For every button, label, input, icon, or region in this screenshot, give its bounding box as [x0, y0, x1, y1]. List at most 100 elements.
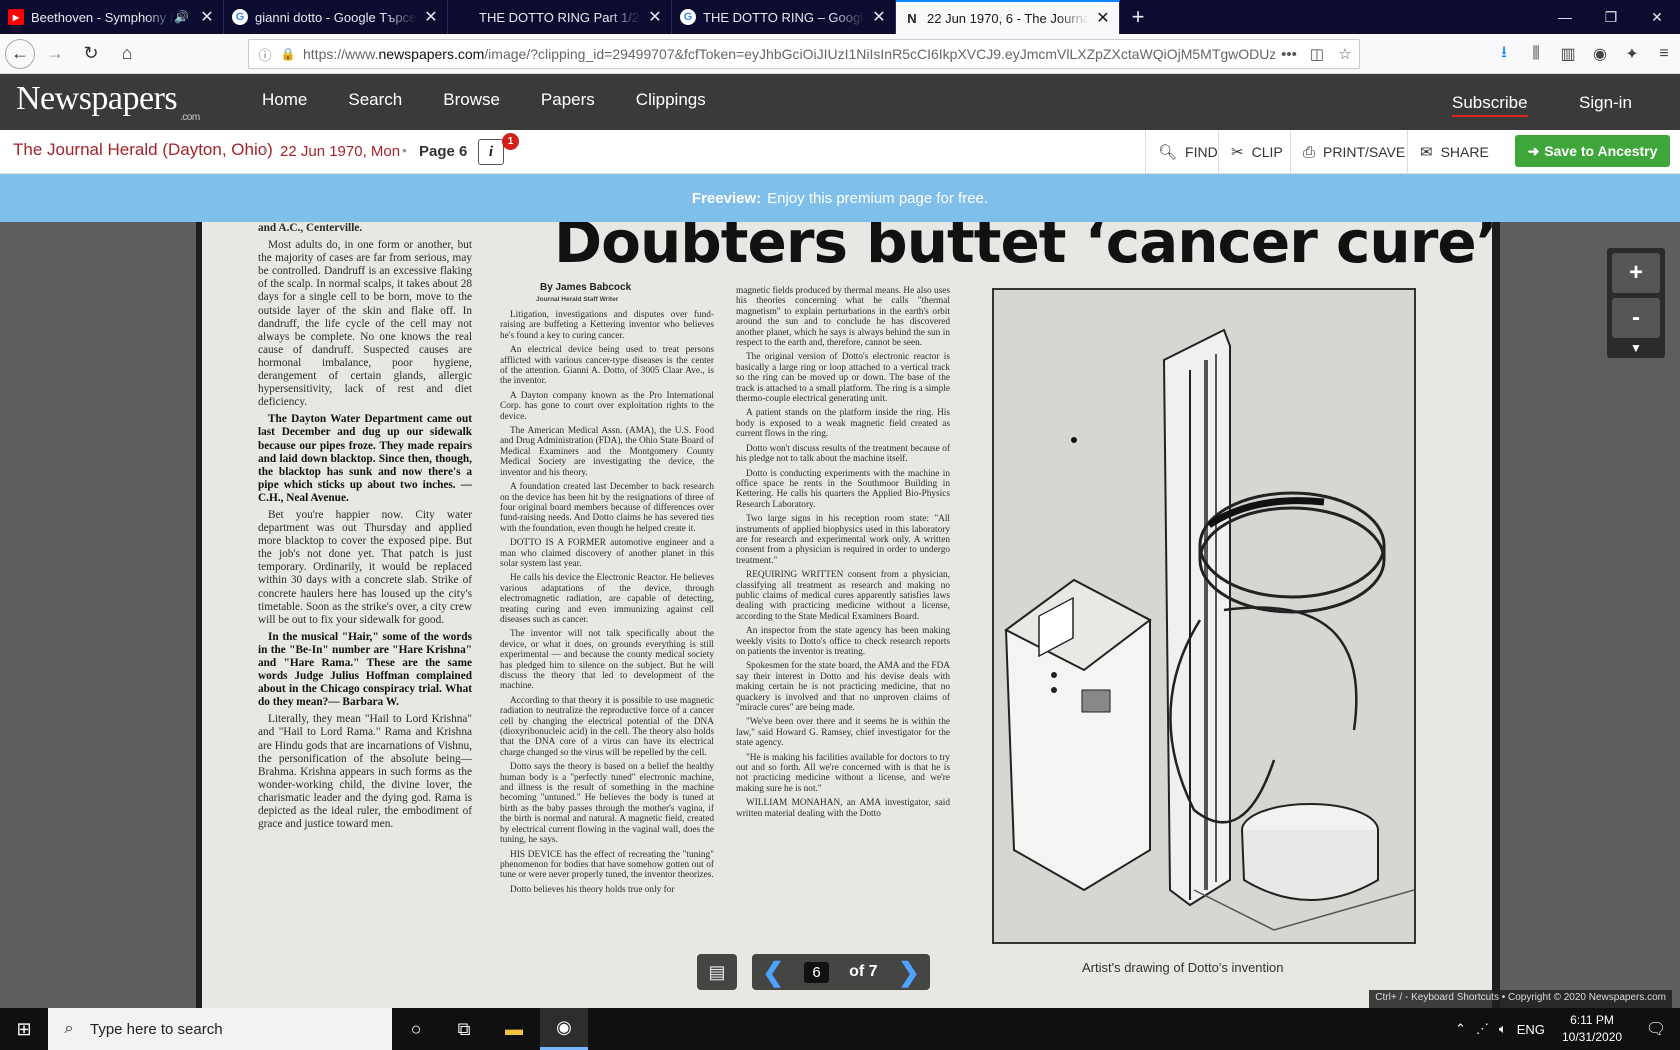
tab-google-search-2[interactable]: G THE DOTTO RING – Google Търс ✕: [672, 0, 896, 34]
tab-youtube[interactable]: ▶ Beethoven - Symphony No. 🔊 ✕: [0, 0, 224, 34]
copyright-notice: Ctrl+ / - Keyboard Shortcuts • Copyright…: [1369, 990, 1672, 1008]
page-info-button[interactable]: i: [478, 139, 504, 165]
nav-browse[interactable]: Browse: [443, 90, 500, 110]
url-text[interactable]: https://www.newspapers.com/image/?clippi…: [299, 46, 1275, 62]
window-controls: — ❐ ✕: [1542, 0, 1680, 34]
newspaper-page-scan[interactable]: and A.C., Centerville. Most adults do, i…: [196, 222, 1500, 1008]
notifications-icon[interactable]: 🗨︎: [1632, 1008, 1680, 1050]
zoom-out-button[interactable]: -: [1612, 298, 1660, 338]
notification-badge: 1: [502, 133, 519, 150]
extensions-icon[interactable]: ✦: [1616, 44, 1648, 64]
reload-button[interactable]: ↻: [75, 38, 107, 70]
article-column-1: Litigation, investigations and disputes …: [500, 310, 714, 899]
tab-newspapers-active[interactable]: N 22 Jun 1970, 6 - The Journal Her ✕: [896, 0, 1120, 34]
page-actions-icon[interactable]: •••: [1275, 46, 1303, 63]
file-explorer-icon[interactable]: ▬: [490, 1008, 538, 1050]
taskbar-search-box[interactable]: ⌕ Type here to search: [48, 1008, 392, 1050]
cortana-icon[interactable]: ○: [392, 1008, 440, 1050]
account-icon[interactable]: ◉: [1584, 44, 1616, 64]
article-paragraph: "We've been over there and it seems he i…: [736, 717, 950, 749]
back-button[interactable]: ←: [5, 38, 35, 69]
address-bar[interactable]: ⓘ 🔒 https://www.newspapers.com/image/?cl…: [248, 39, 1360, 69]
browser-navbar: ← → ↻ ⌂ ⓘ 🔒 https://www.newspapers.com/i…: [0, 34, 1680, 74]
info-icon[interactable]: ⓘ: [253, 45, 277, 64]
windows-start-icon[interactable]: ⊞: [0, 1008, 48, 1050]
tab-title: Beethoven - Symphony No.: [31, 9, 174, 25]
menu-icon[interactable]: ≡: [1648, 45, 1680, 63]
nav-search[interactable]: Search: [348, 90, 402, 110]
restore-icon[interactable]: ❐: [1588, 0, 1634, 34]
network-icon[interactable]: ⋰: [1476, 1021, 1489, 1037]
sidebar-icon[interactable]: ▥: [1552, 44, 1584, 64]
article-paragraph: The inventor will not talk specifically …: [500, 629, 714, 692]
newspapers-logo[interactable]: Newspapers .com: [16, 80, 200, 123]
article-paragraph: Dotto is conducting experiments with the…: [736, 468, 950, 510]
tab-dotto-ring-part[interactable]: THE DOTTO RING Part 1/2 - New ✕: [448, 0, 672, 34]
newspaper-viewer[interactable]: and A.C., Centerville. Most adults do, i…: [0, 222, 1680, 1008]
column-dandruff-qa: and A.C., Centerville. Most adults do, i…: [258, 222, 472, 835]
home-button[interactable]: ⌂: [111, 38, 143, 70]
previous-page-icon[interactable]: ❮: [762, 959, 784, 985]
youtube-icon: ▶: [8, 9, 24, 25]
firefox-icon[interactable]: ◉: [540, 1008, 588, 1050]
find-button[interactable]: 🔍︎ FIND: [1145, 130, 1230, 174]
signin-link[interactable]: Sign-in: [1579, 93, 1632, 113]
close-window-icon[interactable]: ✕: [1634, 0, 1680, 34]
bookmark-star-icon[interactable]: ☆: [1331, 45, 1359, 63]
nav-home[interactable]: Home: [262, 90, 307, 110]
print-save-button[interactable]: ⎙ PRINT/SAVE: [1290, 130, 1417, 174]
download-icon[interactable]: ⭳: [1488, 41, 1520, 68]
clip-button[interactable]: ✂ CLIP: [1218, 130, 1295, 174]
language-indicator[interactable]: ENG: [1517, 1022, 1545, 1037]
newspapers-icon: N: [907, 10, 917, 26]
article-paragraph: Dotto says the theory is based on a beli…: [500, 762, 714, 846]
leaf-icon: ➜: [1527, 142, 1540, 159]
print-icon: ⎙: [1303, 143, 1316, 161]
new-tab-button[interactable]: +: [1120, 0, 1156, 34]
chevron-up-icon[interactable]: ⌃: [1455, 1021, 1466, 1037]
article-headline: Doubters buttet ‘cancer cure’: [554, 222, 1497, 276]
taskbar-clock[interactable]: 6:11 PM 10/31/2020: [1562, 1012, 1622, 1046]
article-column-2: magnetic fields produced by thermal mean…: [736, 286, 950, 823]
volume-icon[interactable]: 🔈︎: [1499, 1021, 1507, 1037]
share-button[interactable]: ✉ SHARE: [1407, 130, 1501, 174]
article-paragraph: According to that theory it is possible …: [500, 695, 714, 758]
article-paragraph: The original version of Dotto's electron…: [736, 352, 950, 405]
google-icon: G: [232, 9, 248, 25]
zoom-in-button[interactable]: +: [1612, 253, 1660, 293]
close-tab-icon[interactable]: ✕: [871, 7, 887, 27]
forward-button[interactable]: →: [39, 38, 71, 70]
minimize-icon[interactable]: —: [1542, 0, 1588, 34]
clock-time: 6:11 PM: [1570, 1013, 1614, 1027]
subscribe-link[interactable]: Subscribe: [1452, 93, 1528, 117]
nav-clippings[interactable]: Clippings: [636, 90, 706, 110]
url-domain: newspapers.com: [378, 46, 485, 62]
close-tab-icon[interactable]: ✕: [199, 7, 215, 27]
tab-title: THE DOTTO RING – Google Търс: [703, 9, 865, 25]
next-page-icon[interactable]: ❯: [898, 959, 920, 985]
nav-papers[interactable]: Papers: [541, 90, 595, 110]
paper-name-link[interactable]: The Journal Herald (Dayton, Ohio): [13, 140, 273, 160]
chevron-down-icon[interactable]: ▼: [1612, 341, 1660, 355]
pocket-icon[interactable]: ◫: [1303, 45, 1331, 63]
filmstrip-button[interactable]: ▤: [697, 954, 737, 990]
close-tab-icon[interactable]: ✕: [423, 7, 439, 27]
lock-icon[interactable]: 🔒: [277, 47, 299, 61]
tab-title: gianni dotto - Google Търсене: [255, 9, 417, 25]
paper-toolbar: The Journal Herald (Dayton, Ohio) • 22 J…: [0, 130, 1680, 174]
task-view-icon[interactable]: ⧉: [440, 1008, 488, 1050]
close-tab-icon[interactable]: ✕: [1095, 8, 1111, 28]
col1-paragraph: Literally, they mean "Hail to Lord Krish…: [258, 713, 472, 831]
col1-top-line: and A.C., Centerville.: [258, 222, 363, 234]
library-icon[interactable]: ⫼: [1520, 45, 1552, 63]
tab-google-search-1[interactable]: G gianni dotto - Google Търсене ✕: [224, 0, 448, 34]
speaker-icon[interactable]: 🔊: [174, 10, 189, 24]
scissors-icon: ✂: [1231, 144, 1244, 161]
page-number-input[interactable]: 6: [804, 961, 829, 983]
article-paragraph: A patient stands on the platform inside …: [736, 408, 950, 440]
article-paragraph: An electrical device being used to treat…: [500, 345, 714, 387]
page-pager: ❮ 6 of 7 ❯: [752, 954, 930, 990]
save-to-ancestry-button[interactable]: ➜ Save to Ancestry: [1515, 135, 1670, 167]
close-tab-icon[interactable]: ✕: [647, 7, 663, 27]
paper-date-link[interactable]: 22 Jun 1970, Mon: [280, 143, 400, 160]
